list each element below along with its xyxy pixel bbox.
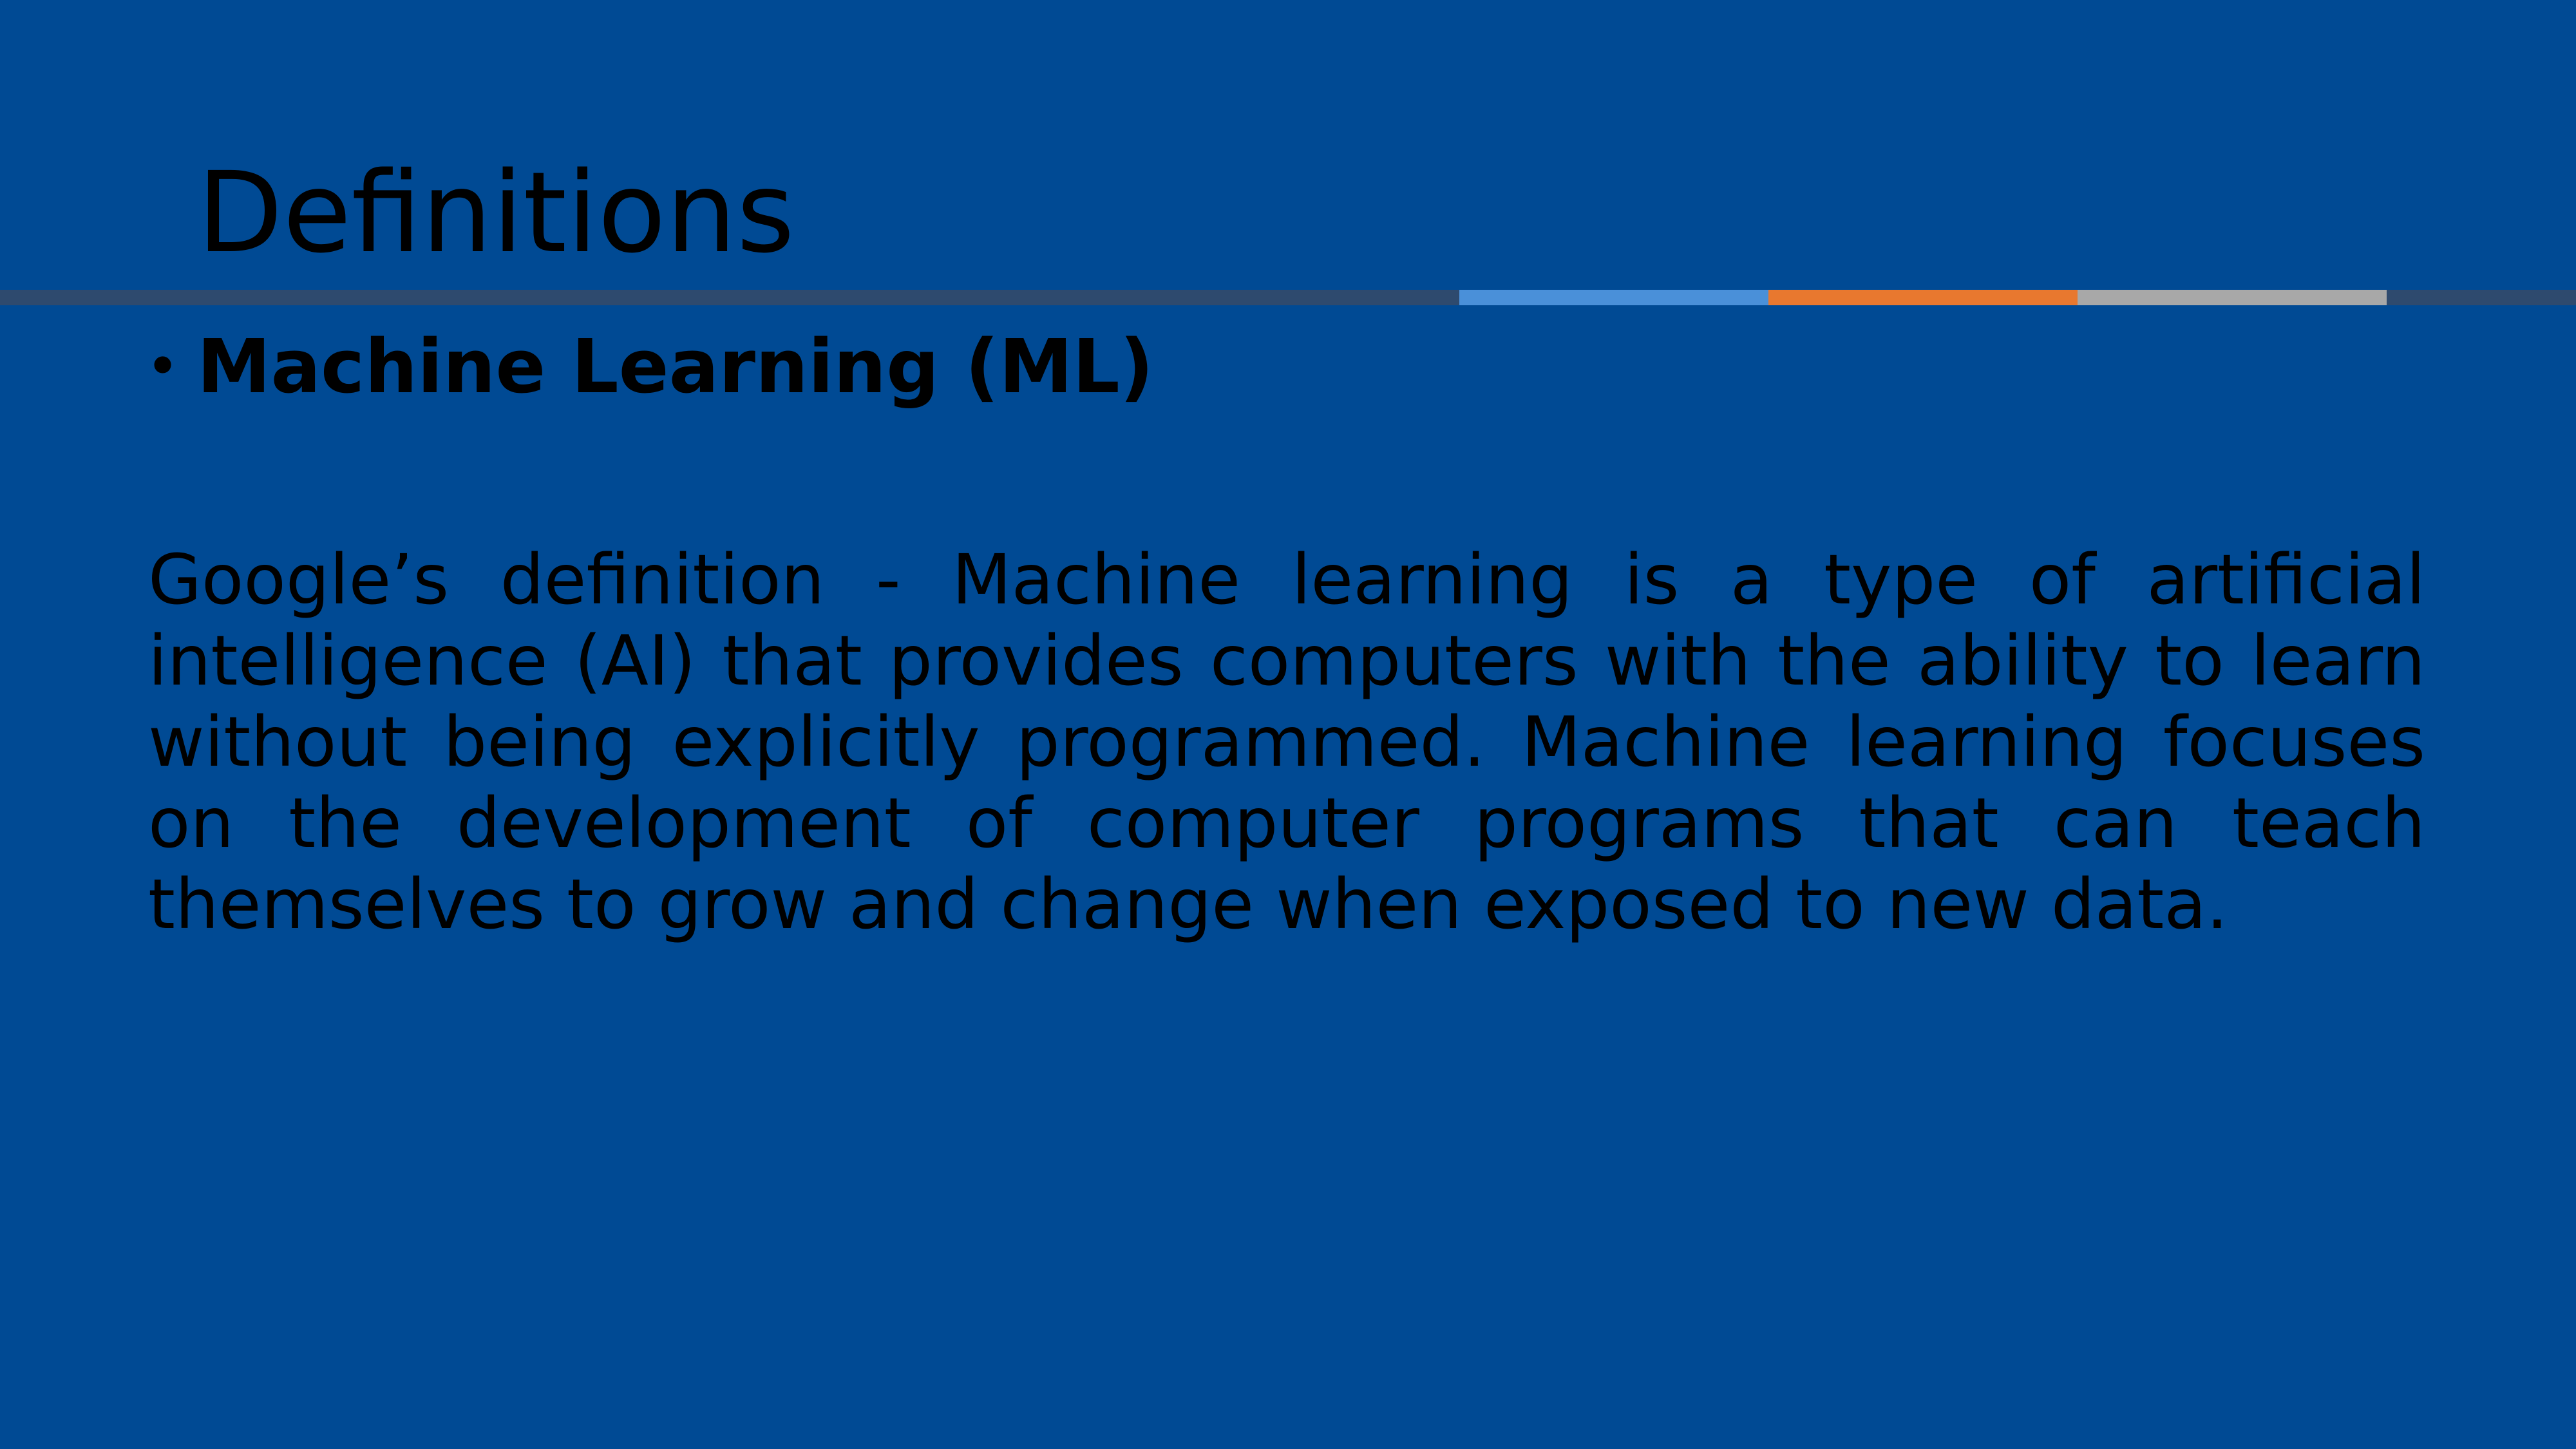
divider-segment-orange	[1768, 290, 2078, 305]
title-divider	[0, 290, 2576, 305]
bullet-icon: •	[146, 333, 180, 401]
slide-title: Definitions	[197, 147, 795, 278]
definition-paragraph: Google’s definition - Machine learning i…	[148, 540, 2425, 945]
divider-segment-dark	[0, 290, 1459, 305]
bullet-heading: Machine Learning (ML)	[197, 324, 1154, 410]
divider-segment-blue	[1459, 290, 1768, 305]
bullet-item: • Machine Learning (ML)	[146, 322, 1153, 412]
slide: Definitions • Machine Learning (ML) Goog…	[0, 0, 2576, 1449]
divider-segment-dark-end	[2387, 290, 2576, 305]
divider-segment-gray	[2078, 290, 2387, 305]
